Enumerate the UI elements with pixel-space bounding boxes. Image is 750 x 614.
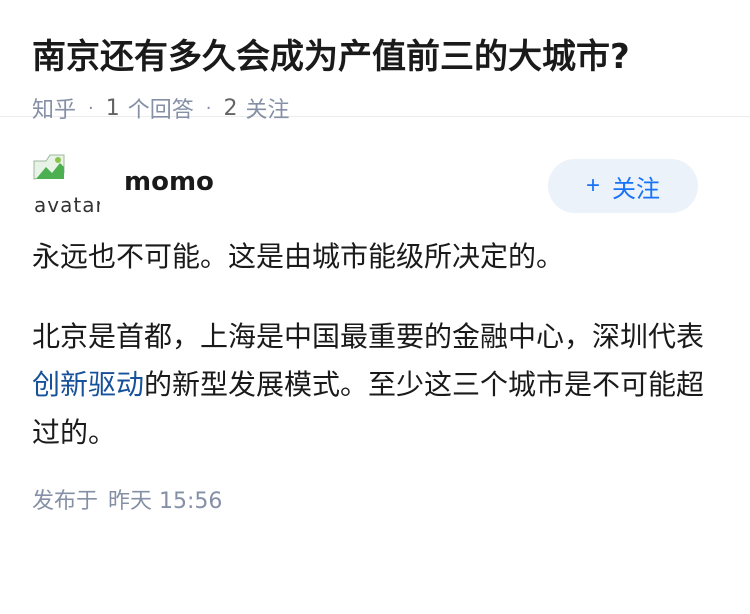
answer-count: 1: [105, 95, 120, 121]
keyword-link[interactable]: 创新驱动: [32, 368, 144, 401]
answer-card: avatar momo + 关注 永远也不可能。这是由城市能级所决定的。 北京是…: [0, 149, 750, 515]
answer-page: 南京还有多久会成为产值前三的大城市? 知乎 · 1 个回答 · 2 关注 ava…: [0, 0, 750, 614]
question-header: 南京还有多久会成为产值前三的大城市? 知乎 · 1 个回答 · 2 关注: [0, 0, 750, 123]
author-row: avatar momo + 关注: [32, 149, 718, 249]
author-name[interactable]: momo: [124, 167, 214, 197]
answer-paragraph: 北京是首都，上海是中国最重要的金融中心，深圳代表创新驱动的新型发展模式。至少这三…: [32, 313, 718, 457]
question-title[interactable]: 南京还有多久会成为产值前三的大城市?: [32, 34, 718, 80]
source-label[interactable]: 知乎: [32, 92, 76, 124]
answer-count-label: 个回答: [127, 98, 194, 123]
publish-time: 发布于 昨天 15:56: [32, 483, 718, 515]
follow-button-label: 关注: [612, 175, 660, 203]
paragraph-text: 北京是首都，上海是中国最重要的金融中心，深圳代表: [32, 320, 705, 353]
publish-timestamp: 昨天 15:56: [108, 489, 223, 514]
plus-icon: +: [585, 172, 600, 199]
follower-count-label: 关注: [245, 98, 290, 123]
follower-count: 2: [223, 95, 238, 121]
question-meta: 知乎 · 1 个回答 · 2 关注: [32, 92, 718, 124]
meta-separator: ·: [205, 97, 212, 119]
publish-label: 发布于: [32, 489, 99, 514]
answer-content: 永远也不可能。这是由城市能级所决定的。 北京是首都，上海是中国最重要的金融中心，…: [32, 233, 718, 457]
follow-button[interactable]: + 关注: [548, 159, 698, 213]
broken-image-icon: [33, 154, 65, 180]
avatar[interactable]: avatar: [32, 149, 100, 217]
meta-separator: ·: [88, 97, 94, 119]
avatar-alt-text: avatar: [34, 193, 100, 217]
